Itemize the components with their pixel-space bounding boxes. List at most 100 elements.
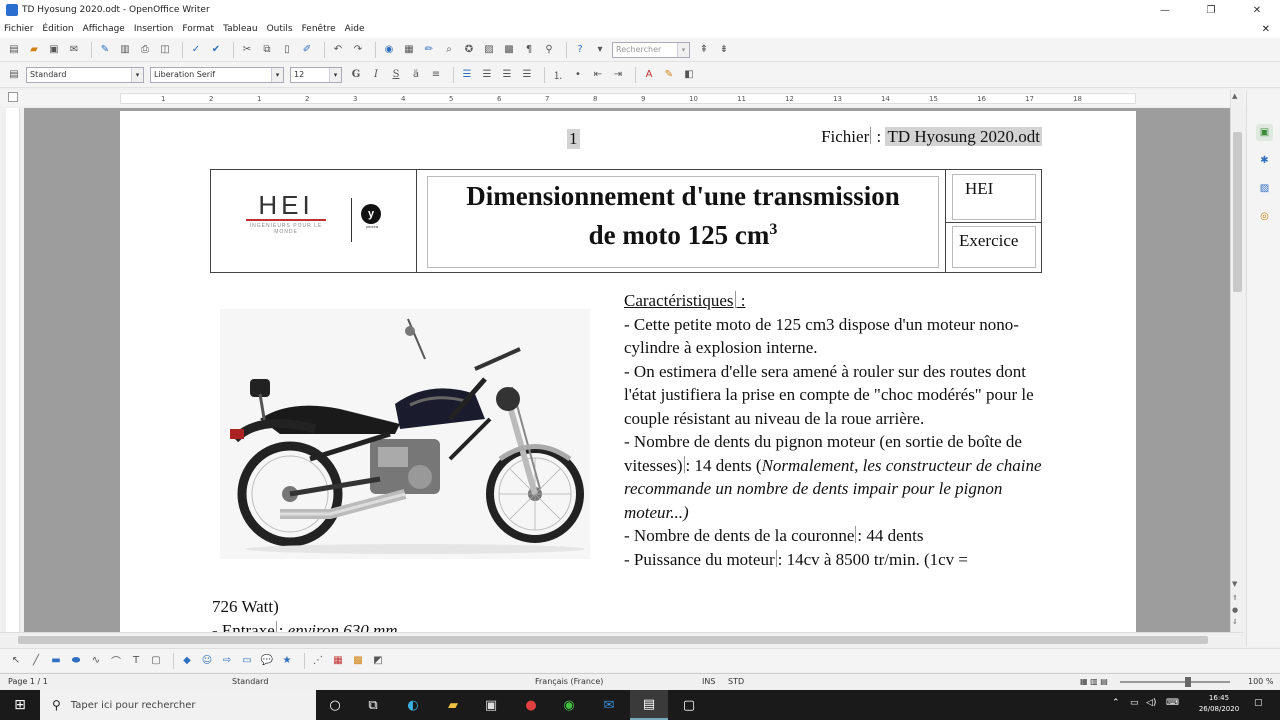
background-color-icon[interactable]: ◧ — [681, 67, 697, 83]
navigator-icon[interactable]: ✪ — [461, 42, 477, 58]
align-center-icon[interactable]: ☰ — [479, 67, 495, 83]
menu-fenetre[interactable]: Fenêtre — [302, 24, 336, 34]
print-icon[interactable]: ⎙ — [137, 42, 153, 58]
menu-affichage[interactable]: Affichage — [83, 24, 125, 34]
redo-icon[interactable]: ↷ — [350, 42, 366, 58]
styles-icon[interactable]: ✱ — [1256, 152, 1273, 169]
increase-indent-icon[interactable]: ⇥ — [610, 67, 626, 83]
edit-file-icon[interactable]: ✎ — [97, 42, 113, 58]
clone-format-icon[interactable]: ✐ — [299, 42, 315, 58]
vertical-ruler[interactable] — [6, 108, 20, 632]
edge-icon[interactable]: ◐ — [394, 690, 432, 720]
app-window-icon[interactable]: ▢ — [670, 690, 708, 720]
openoffice-writer-taskbar-icon[interactable]: ▤ — [630, 690, 668, 720]
navigator-sidebar-icon[interactable]: ◎ — [1256, 208, 1273, 225]
points-icon[interactable]: ⋰ — [310, 653, 326, 669]
copy-icon[interactable]: ⧉ — [259, 42, 275, 58]
maximize-button[interactable]: ❐ — [1188, 0, 1234, 20]
horizontal-scrollbar[interactable] — [0, 632, 1244, 646]
task-view-icon[interactable]: ⧉ — [354, 690, 392, 720]
block-arrows-icon[interactable]: ⇨ — [219, 653, 235, 669]
close-button[interactable]: ✕ — [1234, 0, 1280, 20]
font-color-icon[interactable]: A — [641, 67, 657, 83]
file-explorer-icon[interactable]: ▰ — [434, 690, 472, 720]
bullets-icon[interactable]: • — [570, 67, 586, 83]
status-language[interactable]: Français (France) — [535, 677, 603, 686]
from-file-icon[interactable]: ▩ — [350, 653, 366, 669]
windows-start-icon[interactable]: ⊞ — [0, 690, 40, 720]
email-icon[interactable]: ✉ — [66, 42, 82, 58]
zoom-slider-knob[interactable] — [1185, 677, 1191, 687]
char-format-icon[interactable]: ä — [408, 67, 424, 83]
numbering-icon[interactable]: ⒈ — [550, 67, 566, 83]
text-icon[interactable]: T — [128, 653, 144, 669]
data-sources-icon[interactable]: ▩ — [501, 42, 517, 58]
chevron-down-icon[interactable]: ▾ — [271, 67, 283, 82]
freeform-icon[interactable]: ∿ — [88, 653, 104, 669]
network-icon[interactable]: ▭ — [1130, 698, 1139, 708]
justify-icon[interactable]: ☰ — [519, 67, 535, 83]
navigation-icon[interactable]: ● — [1232, 606, 1238, 614]
chevron-down-icon[interactable]: ▾ — [131, 67, 143, 82]
notifications-icon[interactable]: ▢ — [1254, 698, 1263, 708]
volume-icon[interactable]: ◁) — [1146, 698, 1156, 708]
font-name-select[interactable]: Liberation Serif ▾ — [150, 66, 284, 83]
taskbar-search[interactable]: ⚲ Taper ici pour rechercher — [40, 690, 316, 720]
open-folder-icon[interactable]: ▰ — [26, 42, 42, 58]
spellcheck-icon[interactable]: ✓ — [188, 42, 204, 58]
properties-icon[interactable]: ▣ — [1256, 124, 1273, 141]
find-next-icon[interactable]: ⇟ — [716, 42, 732, 58]
horizontal-scroll-thumb[interactable] — [18, 636, 1208, 644]
status-zoom[interactable]: 100 % — [1248, 677, 1273, 686]
menu-fichier[interactable]: Fichier — [4, 24, 33, 34]
font-size-select[interactable]: 12 ▾ — [290, 66, 342, 83]
scroll-up-icon[interactable]: ▲ — [1232, 92, 1237, 100]
cortana-icon[interactable]: ○ — [316, 690, 354, 720]
title-cell[interactable]: Dimensionnement d'une transmission de mo… — [417, 170, 946, 272]
zoom-icon[interactable]: ⚲ — [541, 42, 557, 58]
underline-button[interactable]: S — [388, 67, 404, 83]
new-document-icon[interactable]: ▤ — [6, 42, 22, 58]
ellipse-icon[interactable]: ⬬ — [68, 653, 84, 669]
paragraph-style-select[interactable]: Standard ▾ — [26, 66, 144, 83]
search-input[interactable]: Rechercher ▾ — [612, 41, 690, 58]
document-area[interactable]: 1 Fichier : TD Hyosung 2020.odt HEI INGÉ… — [24, 108, 1230, 632]
callouts-icon[interactable]: 💬 — [259, 653, 275, 669]
show-draw-functions-icon[interactable]: ✏ — [421, 42, 437, 58]
document-title[interactable]: Dimensionnement d'une transmission de mo… — [427, 176, 939, 268]
tray-chevron-icon[interactable]: ⌃ — [1112, 698, 1120, 708]
gallery-sidebar-icon[interactable]: ▨ — [1256, 180, 1273, 197]
whats-this-icon[interactable]: ▾ — [592, 42, 608, 58]
symbol-shapes-icon[interactable]: ☺ — [199, 653, 215, 669]
motorcycle-image[interactable] — [220, 309, 590, 559]
keyboard-icon[interactable]: ⌨ — [1166, 698, 1179, 708]
status-style[interactable]: Standard — [232, 677, 268, 686]
extrusion-icon[interactable]: ◩ — [370, 653, 386, 669]
menu-tableau[interactable]: Tableau — [223, 24, 258, 34]
highlight-icon[interactable]: ✎ — [661, 67, 677, 83]
zoom-slider[interactable] — [1120, 681, 1230, 683]
ruler-strip[interactable]: 1 2 1 2 3 4 5 6 7 8 9 10 11 12 13 14 15 … — [120, 93, 1136, 104]
italic-button[interactable]: I — [368, 67, 384, 83]
app-red-icon[interactable]: ● — [512, 690, 550, 720]
shadow-icon[interactable]: ≡ — [428, 67, 444, 83]
tab-type-selector[interactable] — [8, 92, 18, 102]
document-page[interactable]: 1 Fichier : TD Hyosung 2020.odt HEI INGÉ… — [120, 111, 1136, 632]
status-page[interactable]: Page 1 / 1 — [8, 677, 48, 686]
menu-insertion[interactable]: Insertion — [134, 24, 174, 34]
close-document-icon[interactable]: ✕ — [1262, 24, 1270, 35]
menu-format[interactable]: Format — [182, 24, 214, 34]
flowchart-icon[interactable]: ▭ — [239, 653, 255, 669]
page-preview-icon[interactable]: ◫ — [157, 42, 173, 58]
find-replace-icon[interactable]: ⌕ — [441, 42, 457, 58]
find-previous-icon[interactable]: ⇞ — [696, 42, 712, 58]
autospell-icon[interactable]: ✔ — [208, 42, 224, 58]
scroll-down-icon[interactable]: ▼ — [1232, 580, 1237, 588]
chevron-down-icon[interactable]: ▾ — [677, 42, 689, 57]
curve-icon[interactable]: ⌒ — [108, 653, 124, 669]
minimize-button[interactable]: — — [1142, 0, 1188, 20]
nonprinting-chars-icon[interactable]: ¶ — [521, 42, 537, 58]
title-table[interactable]: HEI INGÉNIEURS POUR LE MONDE y yncréa Di… — [210, 169, 1042, 273]
cell-exercice[interactable]: Exercice — [952, 226, 1036, 268]
undo-icon[interactable]: ↶ — [330, 42, 346, 58]
